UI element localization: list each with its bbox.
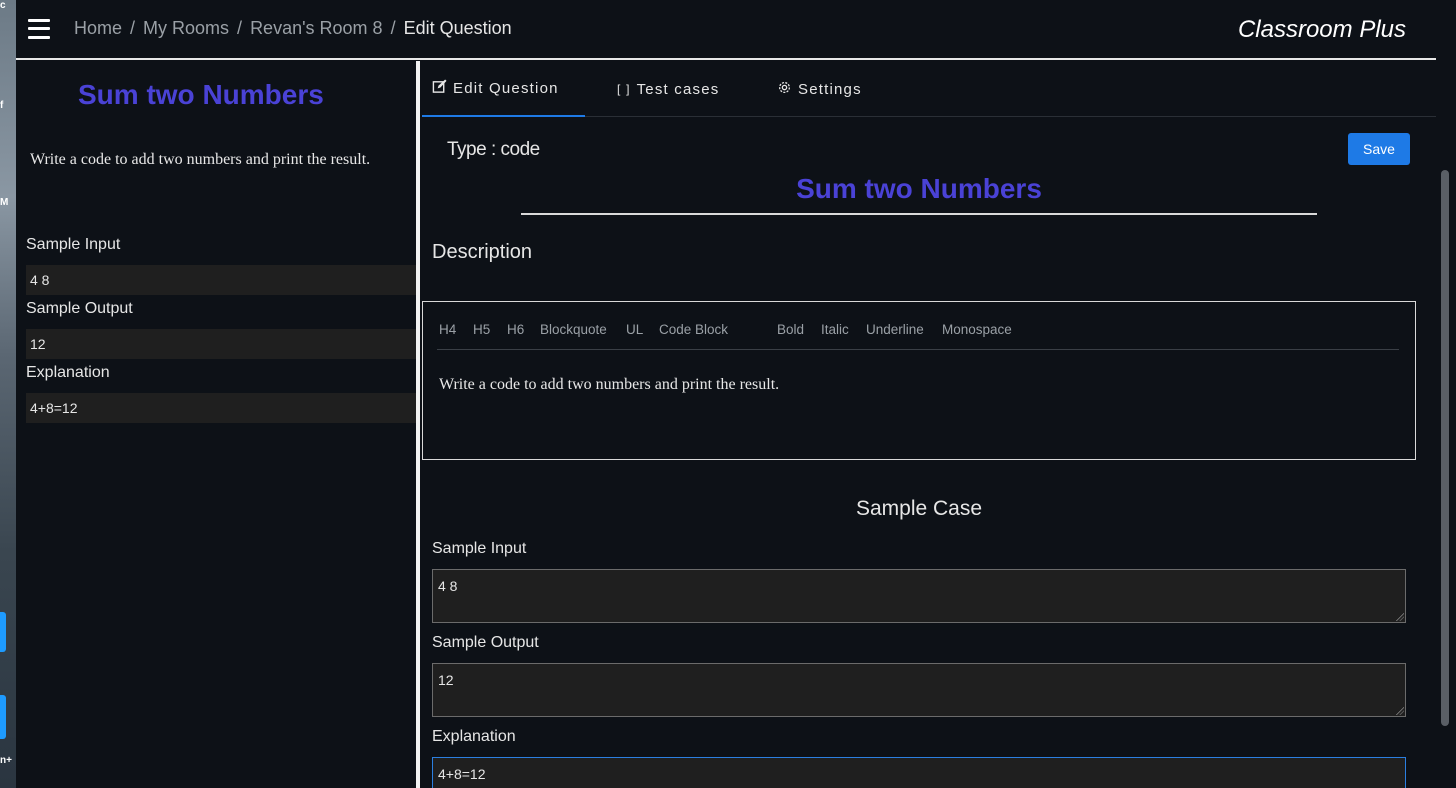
explanation-field[interactable]: 4+8=12 (432, 757, 1406, 788)
title-divider (521, 213, 1317, 215)
brand-logo-text[interactable]: Classroom Plus (1238, 16, 1406, 44)
preview-sample-input-value: 4 8 (26, 265, 420, 295)
breadcrumb-separator: / (390, 18, 396, 38)
page-scrollbar[interactable] (1436, 0, 1456, 788)
sample-input-label: Sample Input (432, 540, 527, 557)
scrollbar-thumb[interactable] (1441, 170, 1449, 726)
preview-explanation-label: Explanation (26, 364, 110, 381)
sample-output-value: 12 (438, 672, 454, 688)
breadcrumb-room[interactable]: Revan's Room 8 (250, 18, 383, 39)
preview-explanation-value: 4+8=12 (26, 393, 420, 423)
description-editor[interactable]: H4 H5 H6 Blockquote UL Code Block Bold I… (422, 301, 1416, 460)
preview-title: Sum two Numbers (78, 79, 324, 110)
explanation-label: Explanation (432, 728, 516, 745)
question-title[interactable]: Sum two Numbers (422, 173, 1416, 205)
panel-divider[interactable] (416, 61, 420, 788)
toolbar-underline-button[interactable]: Underline (866, 322, 924, 337)
top-header: Home / My Rooms / Revan's Room 8 / Edit … (16, 0, 1436, 60)
editor-content[interactable]: Write a code to add two numbers and prin… (439, 376, 779, 394)
tab-label: Edit Question (453, 79, 559, 97)
toolbar-ul-button[interactable]: UL (626, 322, 643, 337)
preview-sample-input-label: Sample Input (26, 236, 121, 253)
breadcrumb-my-rooms[interactable]: My Rooms (143, 18, 229, 39)
preview-sample-output-value: 12 (26, 329, 420, 359)
brackets-icon: [ ] (617, 82, 631, 96)
desktop-background-strip: c f M n+ (0, 0, 16, 788)
question-type-label: Type : code (447, 139, 540, 160)
description-heading: Description (432, 241, 533, 263)
tab-label: Settings (798, 80, 862, 98)
tab-settings[interactable]: Settings (777, 61, 862, 117)
toolbar-code-block-button[interactable]: Code Block (659, 322, 728, 337)
breadcrumb-separator: / (130, 18, 136, 38)
tab-test-cases[interactable]: [ ] Test cases (617, 61, 719, 117)
preview-sample-output-label: Sample Output (26, 300, 133, 317)
editor-tabs: Edit Question [ ] Test cases Settings (422, 61, 1436, 117)
resize-handle-icon[interactable] (1396, 613, 1404, 621)
explanation-value: 4+8=12 (438, 766, 486, 782)
breadcrumb-current: Edit Question (403, 18, 512, 38)
breadcrumb-separator: / (237, 18, 243, 38)
sample-case-heading: Sample Case (855, 497, 983, 520)
gear-icon (777, 80, 792, 98)
edit-question-form: Type : code Save Sum two Numbers Descrip… (422, 117, 1422, 788)
save-button[interactable]: Save (1348, 133, 1410, 165)
tab-edit-question[interactable]: Edit Question (422, 61, 585, 117)
toolbar-italic-button[interactable]: Italic (821, 322, 849, 337)
sample-input-field[interactable]: 4 8 (432, 569, 1406, 623)
toolbar-monospace-button[interactable]: Monospace (942, 322, 1012, 337)
toolbar-h4-button[interactable]: H4 (439, 322, 456, 337)
sample-output-field[interactable]: 12 (432, 663, 1406, 717)
question-preview-panel: Sum two Numbers Write a code to add two … (16, 61, 420, 788)
tab-label: Test cases (636, 80, 720, 98)
sample-output-label: Sample Output (432, 634, 539, 651)
menu-icon[interactable] (28, 18, 50, 40)
toolbar-blockquote-button[interactable]: Blockquote (540, 322, 607, 337)
edit-icon (432, 79, 447, 97)
editor-toolbar: H4 H5 H6 Blockquote UL Code Block Bold I… (437, 322, 1399, 350)
resize-handle-icon[interactable] (1396, 707, 1404, 715)
breadcrumb-home[interactable]: Home (74, 18, 122, 39)
preview-description: Write a code to add two numbers and prin… (30, 151, 371, 168)
sample-input-value: 4 8 (438, 578, 458, 594)
breadcrumb: Home / My Rooms / Revan's Room 8 / Edit … (74, 18, 512, 39)
toolbar-h5-button[interactable]: H5 (473, 322, 490, 337)
toolbar-bold-button[interactable]: Bold (777, 322, 804, 337)
toolbar-h6-button[interactable]: H6 (507, 322, 524, 337)
